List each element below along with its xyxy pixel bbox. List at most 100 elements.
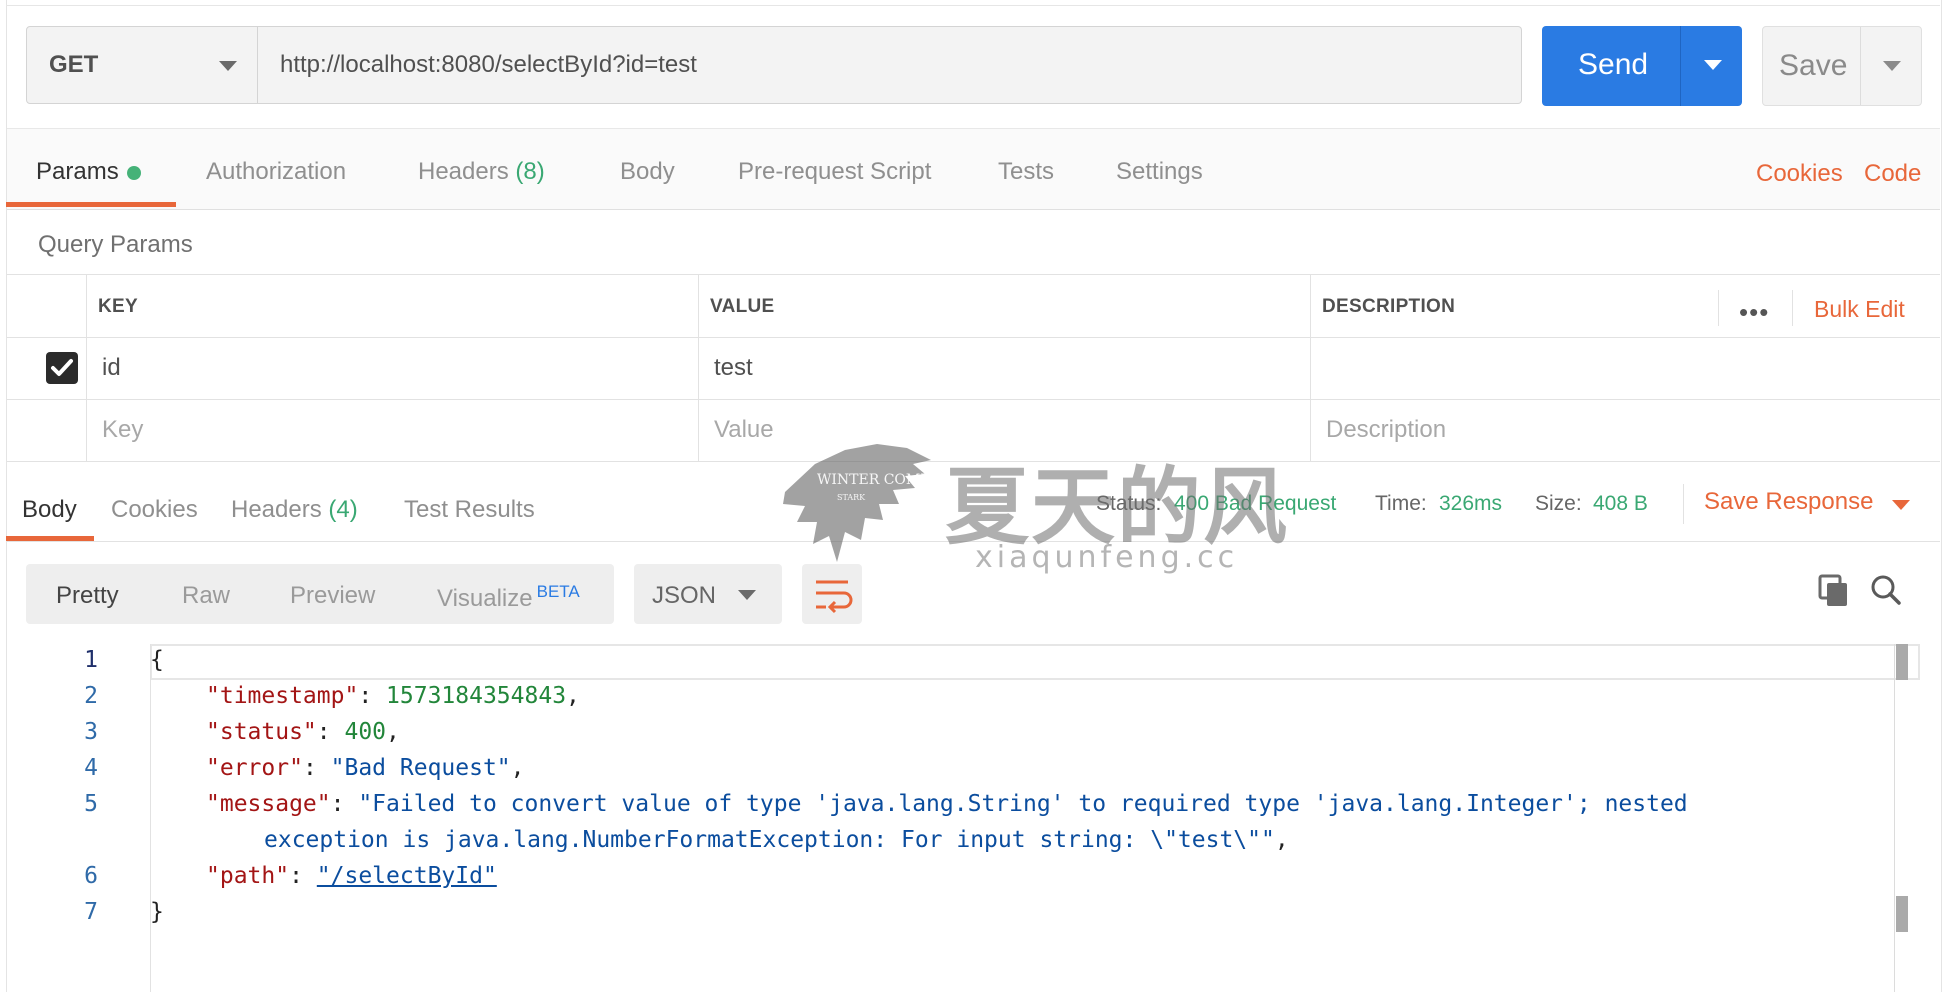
save-response-chevron-icon[interactable]	[1892, 500, 1910, 510]
save-divider	[1860, 27, 1861, 105]
visualize-label: Visualize	[437, 585, 533, 612]
line-number: 3	[84, 719, 98, 745]
code-line-continuation: exception is java.lang.NumberFormatExcep…	[264, 827, 1289, 853]
send-divider	[1680, 26, 1681, 106]
table-border-row1	[7, 399, 1940, 400]
code-link[interactable]: Code	[1864, 160, 1921, 188]
table-col-divider-2	[698, 274, 699, 462]
line-number: 6	[84, 863, 98, 889]
view-raw-button[interactable]: Raw	[182, 582, 230, 610]
scrollbar-thumb-top[interactable]	[1896, 644, 1908, 680]
top-strip	[6, 0, 1940, 6]
tab-tests[interactable]: Tests	[998, 158, 1054, 186]
table-border-header	[7, 337, 1940, 338]
watermark-badge-small: STARK	[837, 493, 866, 502]
method-select[interactable]: GET	[26, 26, 258, 104]
save-response-button[interactable]: Save Response	[1704, 488, 1873, 516]
response-tab-body[interactable]: Body	[22, 496, 77, 524]
column-header-key: KEY	[98, 296, 138, 317]
table-col-divider-3	[1310, 274, 1311, 462]
line-number: 4	[84, 755, 98, 781]
scrollbar-thumb-bottom[interactable]	[1896, 896, 1908, 932]
beta-badge: BETA	[536, 582, 580, 601]
watermark-badge-text: WINTER COMING	[817, 472, 935, 488]
watermark-wolf-logo: WINTER COMING STARK	[775, 440, 949, 575]
tab-settings[interactable]: Settings	[1116, 158, 1203, 186]
cookies-link[interactable]: Cookies	[1756, 160, 1843, 188]
chevron-down-icon	[738, 590, 756, 600]
response-tab-headers-count: (4)	[328, 496, 358, 523]
code-line: }	[150, 899, 164, 925]
copy-icon[interactable]	[1818, 574, 1850, 613]
param-key-cell[interactable]: id	[102, 354, 121, 382]
tab-prerequest-script[interactable]: Pre-request Script	[738, 158, 931, 186]
response-tab-cookies[interactable]: Cookies	[111, 496, 198, 524]
format-label: JSON	[652, 582, 717, 609]
line-number: 2	[84, 683, 98, 709]
path-link[interactable]: "/selectById"	[317, 863, 497, 889]
code-line: {	[150, 647, 164, 673]
table-header-divider-a	[1718, 290, 1719, 326]
param-description-cell[interactable]	[1326, 354, 1706, 384]
new-description-input[interactable]: Description	[1326, 416, 1446, 444]
code-line: "message": "Failed to convert value of t…	[206, 791, 1688, 817]
code-line: "error": "Bad Request",	[206, 755, 525, 781]
response-tab-test-results[interactable]: Test Results	[404, 496, 535, 524]
new-key-input[interactable]: Key	[102, 416, 143, 444]
bulk-edit-link[interactable]: Bulk Edit	[1814, 296, 1905, 323]
save-options-chevron-icon[interactable]	[1883, 61, 1901, 71]
tab-headers-count: (8)	[515, 158, 545, 185]
tab-body[interactable]: Body	[620, 158, 675, 186]
code-line: "path": "/selectById"	[206, 863, 497, 889]
param-checkbox[interactable]	[46, 352, 78, 384]
response-tab-headers-label: Headers	[231, 496, 322, 523]
send-button[interactable]: Send	[1542, 26, 1742, 106]
method-label: GET	[49, 51, 99, 78]
chevron-down-icon	[219, 61, 237, 71]
table-col-divider-1	[86, 274, 87, 462]
view-pretty-button[interactable]: Pretty	[56, 582, 119, 610]
code-line: "status": 400,	[206, 719, 400, 745]
table-border-top	[7, 274, 1940, 275]
tab-params-label: Params	[36, 158, 119, 185]
view-visualize-button[interactable]: Visualize BETA	[437, 582, 580, 613]
param-value-cell[interactable]: test	[714, 354, 753, 382]
tab-params-underline	[6, 202, 176, 207]
tab-params[interactable]: Params	[36, 158, 141, 186]
code-line: "timestamp": 1573184354843,	[206, 683, 580, 709]
view-mode-group: Pretty Raw Preview Visualize BETA	[26, 564, 614, 624]
current-line-highlight	[150, 644, 1920, 680]
tab-authorization[interactable]: Authorization	[206, 158, 346, 186]
save-response-label: Save Response	[1704, 488, 1874, 515]
query-params-title: Query Params	[38, 231, 193, 258]
save-button[interactable]: Save	[1762, 26, 1922, 106]
url-text: http://localhost:8080/selectById?id=test	[280, 51, 697, 78]
params-active-dot	[126, 165, 141, 180]
send-options-chevron-icon[interactable]	[1704, 60, 1722, 70]
time-value: 326ms	[1439, 492, 1503, 515]
size-value: 408 B	[1593, 492, 1648, 515]
search-icon[interactable]	[1870, 574, 1902, 611]
scrollbar-track	[1894, 644, 1895, 992]
tab-headers[interactable]: Headers (8)	[418, 158, 545, 186]
window-right-edge	[1941, 0, 1942, 992]
line-number: 1	[84, 647, 98, 673]
more-options-icon[interactable]: •••	[1739, 297, 1769, 328]
size-label: Size:	[1535, 492, 1582, 515]
tab-headers-label: Headers	[418, 158, 509, 185]
time-label: Time:	[1375, 492, 1427, 515]
format-select[interactable]: JSON	[634, 564, 782, 624]
save-label: Save	[1779, 49, 1848, 82]
response-tab-headers[interactable]: Headers (4)	[231, 496, 358, 524]
new-value-input[interactable]: Value	[714, 416, 774, 444]
line-number: 7	[84, 899, 98, 925]
view-preview-button[interactable]: Preview	[290, 582, 375, 610]
send-label: Send	[1578, 48, 1649, 81]
watermark-url-text: xiaqunfeng.cc	[975, 540, 1239, 575]
response-tab-body-underline	[6, 536, 94, 541]
line-number: 5	[84, 791, 98, 817]
checkmark-icon	[51, 359, 73, 376]
url-input[interactable]: http://localhost:8080/selectById?id=test	[258, 26, 1522, 104]
column-header-description: DESCRIPTION	[1322, 296, 1456, 317]
status-divider	[1683, 484, 1684, 524]
